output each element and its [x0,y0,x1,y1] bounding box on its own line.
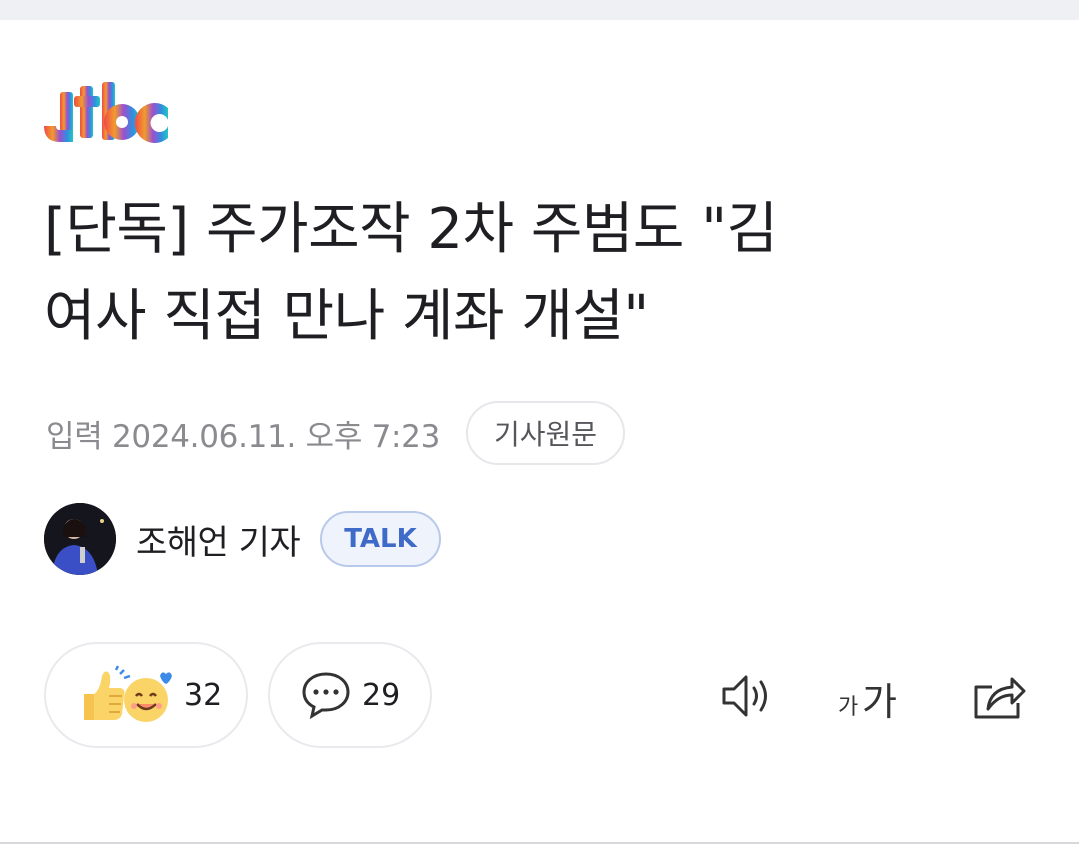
original-article-label: 기사원문 [494,418,598,451]
thumbs-up-and-smile-emoji-icon [84,665,172,722]
status-bar-strip [0,0,1079,20]
share-button[interactable] [968,665,1030,727]
font-size-button[interactable]: 가 가 [836,665,916,727]
comment-button[interactable]: 29 [268,642,432,748]
reporter-photo-icon [44,503,116,575]
reporter-info: 조해언 기자 TALK [44,503,441,575]
published-timestamp: 입력 2024.06.11. 오후 7:23 [46,418,441,455]
article-meta: 입력 2024.06.11. 오후 7:23 기사원문 [46,400,626,466]
reporter-name[interactable]: 조해언 기자 [136,515,301,564]
comment-count: 29 [362,677,401,713]
reporter-avatar[interactable] [44,503,116,575]
speech-bubble-icon [302,672,350,720]
speaker-icon [722,675,767,717]
text-to-speech-button[interactable] [718,665,780,727]
jtbc-logo[interactable] [44,82,174,152]
talk-button[interactable]: TALK [320,511,441,567]
reaction-count: 32 [184,677,223,713]
share-icon [974,677,1026,719]
talk-label: TALK [344,524,417,554]
headline-line-2: 여사 직접 만나 계좌 개설" [44,284,649,349]
headline-line-1: [단독] 주가조작 2차 주범도 "김 [44,197,778,262]
font-size-small-label: 가 [838,695,859,720]
font-size-large-label: 가 [862,680,897,724]
reaction-button[interactable]: 32 [44,642,248,748]
original-article-button[interactable]: 기사원문 [466,401,626,465]
article-headline: [단독] 주가조작 2차 주범도 "김 여사 직접 만나 계좌 개설" [44,186,1044,360]
